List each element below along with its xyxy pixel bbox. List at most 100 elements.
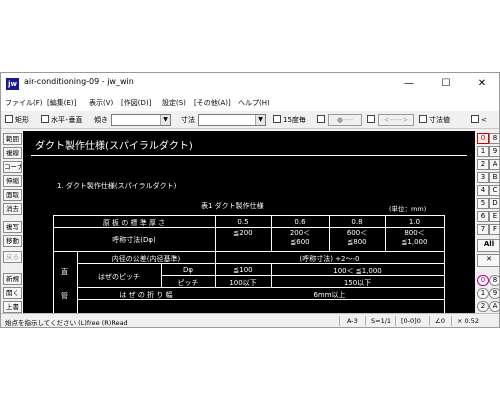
table-title: 表1 ダクト製作仕様 [201, 202, 264, 210]
group-a-button[interactable]: A [489, 301, 499, 312]
dim-label: 寸法 [181, 116, 195, 124]
rect-checkbox[interactable]: 矩形 [5, 115, 29, 125]
arrow-button[interactable]: <-----> [378, 114, 414, 126]
layer-all-button[interactable]: All [477, 239, 499, 252]
status-message: 始点を指示してください (L)free (R)Read [5, 319, 128, 327]
dim-value: 200＜ ≦600 [289, 229, 311, 246]
dim-value: ≦200 [233, 229, 253, 237]
group-2-button[interactable]: 2 [477, 301, 489, 312]
table-vline-left [53, 215, 54, 313]
menu-settings[interactable]: 設定(S) [162, 98, 186, 108]
status-separator [365, 316, 366, 326]
circle-check-box[interactable] [317, 115, 325, 123]
tilt-combo[interactable]: ▼ [111, 114, 171, 126]
status-bar: 始点を指示してください (L)free (R)Read A-3 S=1/1 [0… [1, 313, 499, 327]
layer-9-button[interactable]: 9 [489, 146, 499, 157]
heading-underline [31, 155, 467, 156]
layer-7-button[interactable]: 7 [477, 224, 489, 235]
layer-5-button[interactable]: 5 [477, 198, 489, 209]
tool-new-button[interactable]: 新規 [3, 273, 22, 285]
drawing-heading: ダクト製作仕様(スパイラルダクト) [35, 141, 193, 152]
col-dphi-label: Dφ [182, 266, 193, 274]
arrow-check-box[interactable] [367, 115, 375, 123]
less-check-box[interactable] [471, 115, 479, 123]
layer-x-button[interactable]: ✕ [477, 254, 499, 267]
dim-value-label: 寸法値 [429, 116, 450, 124]
status-separator [429, 316, 430, 326]
menu-file[interactable]: ファイル(F) [5, 98, 43, 108]
layer-d-button[interactable]: D [489, 198, 499, 209]
tool-range-button[interactable]: 範囲 [3, 133, 22, 145]
row-tolerance-label: 内径の公差(内径基準) [111, 255, 181, 263]
horiz-vert-checkbox[interactable]: 水平･垂直 [41, 115, 83, 125]
thickness-value: 1.0 [408, 218, 421, 226]
maximize-button[interactable]: ☐ [433, 73, 459, 95]
group-8-button[interactable]: 8 [489, 275, 499, 286]
layer-b-button[interactable]: B [489, 172, 499, 183]
pitch-dphi-value: ≦100 [233, 266, 253, 274]
layer-8-button[interactable]: 8 [489, 133, 499, 144]
menu-bar: ファイル(F) [編集(E)] 表示(V) [作図(D)] 設定(S) [その他… [1, 95, 499, 111]
pitch-dphi-value: 100＜ ≦1,000 [333, 267, 382, 275]
app-window: jw air-conditioning-09 - jw_win — ☐ ✕ ファ… [0, 72, 500, 328]
layer-e-button[interactable]: E [489, 211, 499, 222]
tool-undo-button[interactable]: 戻る [3, 251, 22, 263]
horiz-vert-check-box[interactable] [41, 115, 49, 123]
layer-0-button[interactable]: 0 [477, 133, 489, 144]
layer-a-button[interactable]: A [489, 159, 499, 170]
status-paper-size[interactable]: A-3 [347, 317, 358, 325]
layer-2-button[interactable]: 2 [477, 159, 489, 170]
layer-f-button[interactable]: F [489, 224, 499, 235]
chevron-down-icon[interactable]: ▼ [255, 115, 265, 125]
rect-label: 矩形 [15, 116, 29, 124]
status-separator [451, 316, 452, 326]
tool-copy-button[interactable]: 複写 [3, 221, 22, 233]
status-scale[interactable]: S=1/1 [371, 317, 391, 325]
menu-other[interactable]: [その他(A)] [194, 98, 231, 108]
group-0-button[interactable]: 0 [477, 275, 489, 286]
status-layer[interactable]: [0-0]0 [401, 317, 421, 325]
arrow-checkbox[interactable] [367, 115, 377, 124]
thickness-value: 0.8 [351, 218, 363, 226]
tool-move-button[interactable]: 移動 [3, 235, 22, 247]
layer-4-button[interactable]: 4 [477, 185, 489, 196]
close-button[interactable]: ✕ [469, 73, 495, 95]
menu-draw[interactable]: [作図(D)] [121, 98, 151, 108]
circle-checkbox[interactable] [317, 115, 327, 124]
tool-offset-button[interactable]: 複線 [3, 147, 22, 159]
horiz-vert-label: 水平･垂直 [51, 116, 83, 124]
less-checkbox[interactable]: < [471, 115, 487, 124]
minimize-button[interactable]: — [396, 73, 422, 95]
menu-edit[interactable]: [編集(E)] [47, 98, 76, 108]
menu-view[interactable]: 表示(V) [89, 98, 113, 108]
tilt-label: 傾き [94, 116, 108, 124]
dim-value-checkbox[interactable]: 寸法値 [419, 115, 450, 125]
dim-value: 600＜ ≦800 [346, 229, 368, 246]
tool-erase-button[interactable]: 消去 [3, 203, 22, 215]
menu-help[interactable]: ヘルプ(H) [238, 98, 270, 108]
dim-combo[interactable]: ▼ [198, 114, 266, 126]
chevron-down-icon[interactable]: ▼ [160, 115, 170, 125]
deg15-check-box[interactable] [273, 115, 281, 123]
group-1-button[interactable]: 1 [477, 288, 489, 299]
status-angle[interactable]: ∠0 [435, 317, 445, 325]
dim-value: 800＜ ≦1,000 [401, 229, 428, 246]
tool-extend-button[interactable]: 伸縮 [3, 175, 22, 187]
app-icon: jw [6, 78, 19, 90]
tool-corner-button[interactable]: コーナー [3, 161, 22, 173]
layer-3-button[interactable]: 3 [477, 172, 489, 183]
layer-c-button[interactable]: C [489, 185, 499, 196]
layer-6-button[interactable]: 6 [477, 211, 489, 222]
status-zoom[interactable]: × 0.52 [457, 317, 479, 325]
layer-1-button[interactable]: 1 [477, 146, 489, 157]
rect-check-box[interactable] [5, 115, 13, 123]
tool-chamfer-button[interactable]: 面取 [3, 189, 22, 201]
dim-value-check-box[interactable] [419, 115, 427, 123]
group-9-button[interactable]: 9 [489, 288, 499, 299]
toolbar: 矩形 水平･垂直 傾き ▼ 寸法 ▼ 15度毎 ●---- <-----> 寸法… [1, 111, 499, 129]
tool-open-button[interactable]: 開く [3, 287, 22, 299]
tool-save-button[interactable]: 上書 [3, 301, 22, 313]
deg15-checkbox[interactable]: 15度毎 [273, 115, 306, 125]
drawing-canvas[interactable]: ダクト製作仕様(スパイラルダクト) 1. ダクト製作仕様(スパイラルダクト) 表… [23, 131, 475, 313]
circle-point-button[interactable]: ●---- [328, 114, 362, 126]
